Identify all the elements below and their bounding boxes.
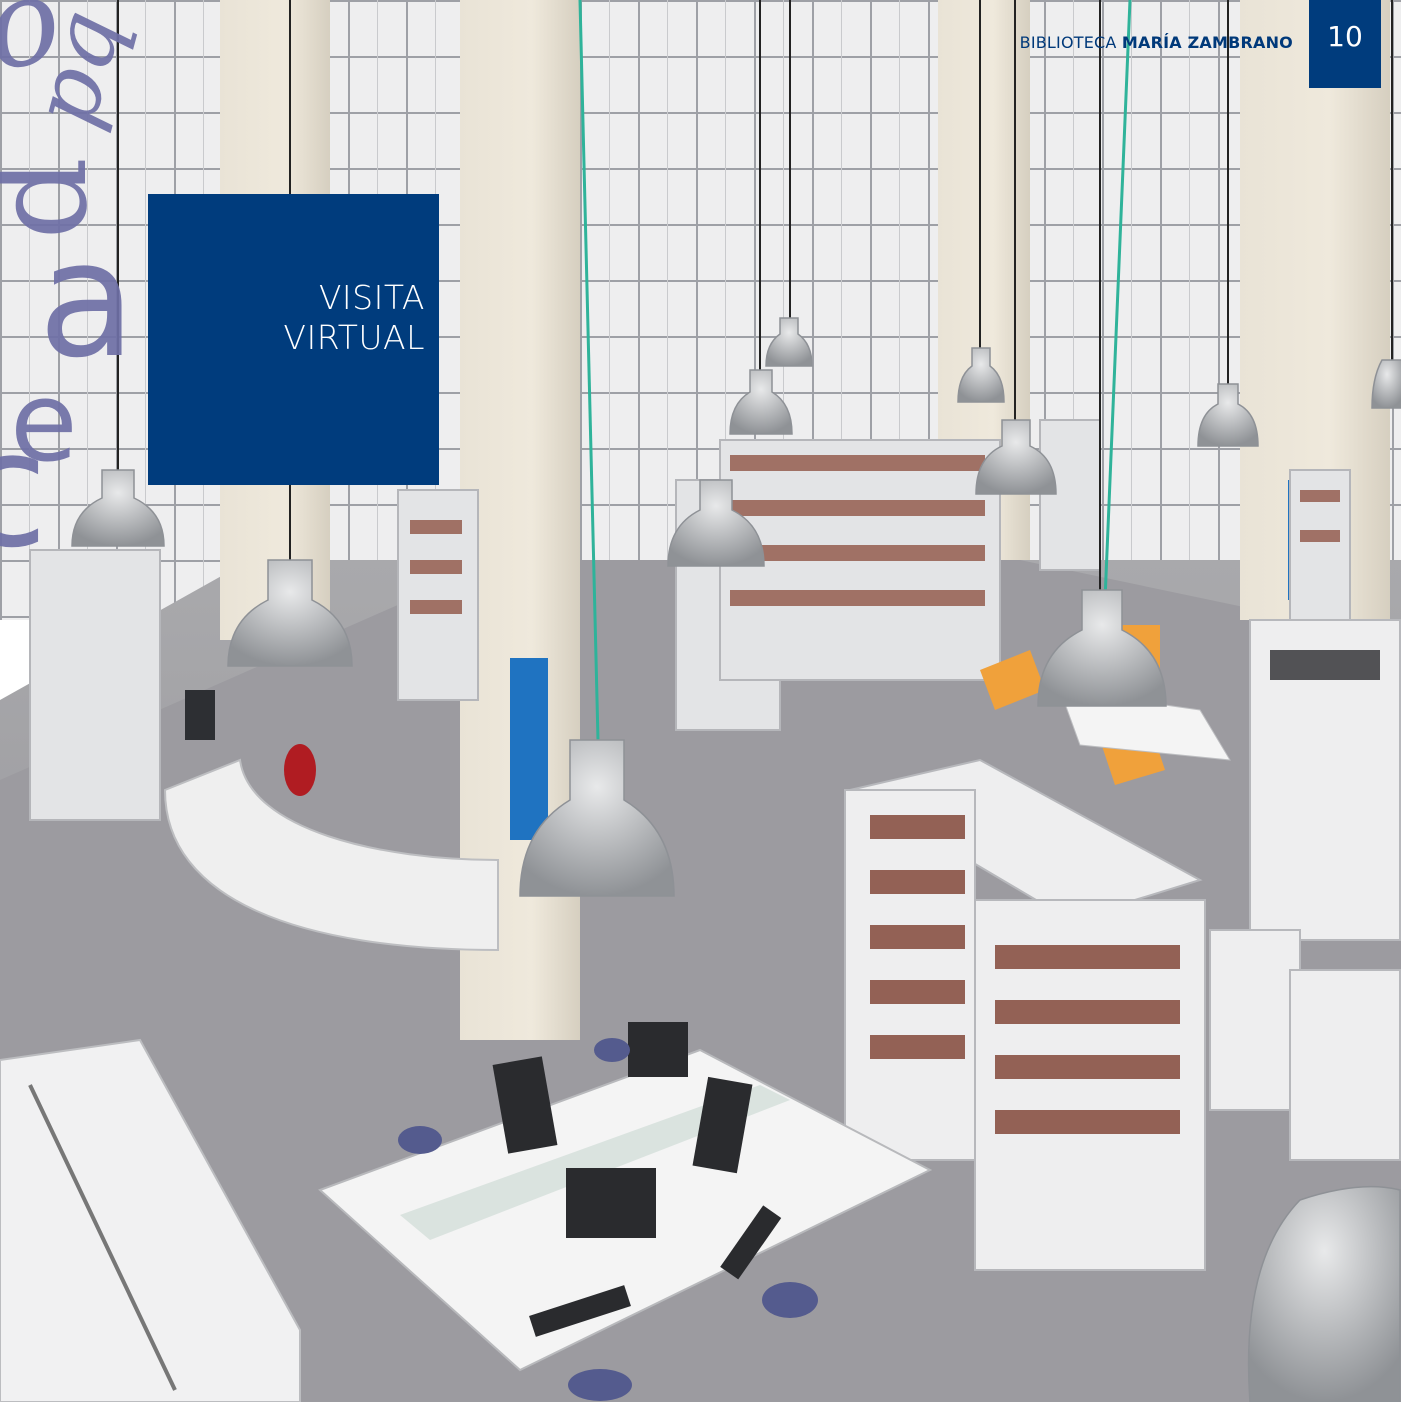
section-title-line-1: VISITA xyxy=(318,278,425,317)
header-prefix: BIBLIOTECA xyxy=(1019,33,1117,52)
header-library-name: MARÍA ZAMBRANO xyxy=(1121,33,1293,52)
document-page: ó pq d a e c BIBLIOTECA MARÍA ZAMBRANO 1… xyxy=(0,0,1401,1402)
svg-text:c: c xyxy=(0,396,48,583)
page-number: 10 xyxy=(1309,0,1381,88)
section-title-line-2: VIRTUAL xyxy=(283,318,425,357)
running-header: BIBLIOTECA MARÍA ZAMBRANO xyxy=(1020,33,1293,52)
section-title-box: VISITA VIRTUAL xyxy=(148,194,439,485)
